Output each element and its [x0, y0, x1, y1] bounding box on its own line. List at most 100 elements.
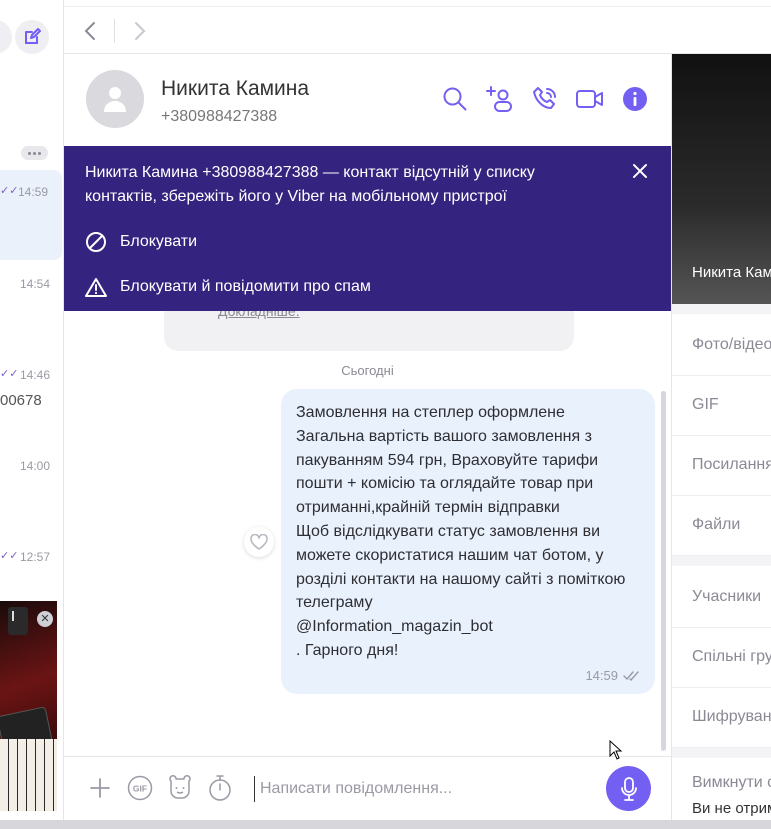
chat-time: 14:54 — [19, 277, 50, 291]
info-row-label: Фото/відео — [692, 336, 771, 353]
section-divider — [672, 748, 771, 758]
message-time: 14:59 — [585, 668, 618, 683]
navigation-bar — [64, 6, 771, 54]
chat-list-item[interactable]: 14:00 — [0, 444, 63, 534]
message-text: Замовлення на степлер оформлене Загальна… — [296, 404, 626, 659]
banner-close-button[interactable] — [629, 160, 651, 182]
video-call-button[interactable] — [575, 84, 605, 114]
info-row-gif[interactable]: GIF — [672, 376, 771, 436]
read-check-icon: ✓✓ — [0, 550, 19, 562]
viber-window: ✓✓ 14:59 14:54 ✓✓ 14:46 00678 14:00 ✓✓ 1… — [0, 0, 771, 829]
like-button[interactable] — [244, 527, 274, 557]
banner-text: Никита Камина +380988427388 — контакт ві… — [85, 164, 535, 205]
back-button[interactable] — [76, 17, 104, 45]
plus-icon — [90, 778, 110, 798]
message-input[interactable] — [254, 776, 594, 802]
cover-contact-name: Никита Камина — [692, 264, 771, 281]
chevron-right-icon — [135, 22, 146, 40]
section-divider — [672, 304, 771, 314]
double-check-icon — [623, 670, 639, 681]
chat-time: 14:00 — [19, 459, 50, 473]
block-report-spam-button[interactable]: Блокувати й повідомити про спам — [85, 275, 371, 299]
search-button[interactable] — [440, 84, 470, 114]
close-icon[interactable]: ✕ — [37, 611, 53, 627]
message-composer: GIF — [64, 756, 671, 820]
info-row-label: Учасники — [692, 588, 762, 605]
info-row-label: Шифрування — [692, 708, 771, 725]
mouse-cursor-icon — [609, 740, 623, 760]
heart-icon — [250, 534, 268, 550]
info-row-label: Файли — [692, 516, 741, 533]
contact-cover-photo: Никита Камина — [672, 54, 771, 304]
contact-phone: +380988427388 — [161, 108, 278, 125]
sticker-button[interactable] — [166, 774, 194, 802]
info-button[interactable] — [620, 84, 650, 114]
previous-message-bubble: Докладніше. — [164, 311, 574, 351]
more-chats-button[interactable] — [21, 146, 48, 160]
attach-button[interactable] — [86, 774, 114, 802]
voice-message-button[interactable] — [606, 766, 651, 811]
chat-header: Никита Камина +380988427388 — [64, 54, 671, 146]
search-chats-button[interactable] — [0, 20, 12, 54]
chat-snippet: 00678 — [0, 392, 42, 409]
info-icon — [623, 87, 647, 111]
info-row-label: Посилання — [692, 456, 771, 473]
window-bottom-edge — [0, 820, 771, 829]
close-icon — [633, 164, 647, 178]
user-icon — [104, 87, 126, 112]
info-row-participants[interactable]: Учасники — [672, 568, 771, 628]
scrollbar[interactable] — [661, 391, 666, 751]
block-button[interactable]: Блокувати — [85, 230, 197, 254]
phone-icon — [533, 87, 556, 109]
message-list: Докладніше. Сьогодні Замовлення на степл… — [64, 311, 671, 756]
gif-icon: GIF — [127, 775, 153, 801]
chat-list-item[interactable]: 14:54 — [0, 262, 63, 352]
mute-notifications-label[interactable]: Вимкнути сповіщення — [692, 774, 771, 792]
microphone-icon — [620, 776, 637, 801]
chat-list-sidebar: ✓✓ 14:59 14:54 ✓✓ 14:46 00678 14:00 ✓✓ 1… — [0, 0, 64, 829]
search-icon — [443, 87, 467, 111]
gif-label: GIF — [133, 784, 147, 794]
block-icon — [86, 232, 106, 252]
compose-button[interactable] — [15, 20, 49, 54]
message-bubble[interactable]: Замовлення на степлер оформлене Загальна… — [281, 389, 655, 694]
learn-more-link[interactable]: Докладніше. — [218, 311, 300, 319]
gif-button[interactable]: GIF — [126, 774, 154, 802]
speaker-image — [8, 607, 28, 635]
section-divider — [672, 556, 771, 566]
info-row-label: GIF — [692, 396, 719, 413]
message-timestamp: 14:59 — [585, 668, 641, 683]
info-row-encryption[interactable]: Шифрування — [672, 688, 771, 748]
piano-keys-image — [0, 739, 57, 811]
bear-sticker-icon — [169, 775, 191, 799]
chat-list-item[interactable]: ✓✓ 14:46 00678 — [0, 353, 63, 443]
avatar[interactable] — [86, 70, 144, 128]
add-user-icon — [486, 86, 512, 112]
video-preview-thumbnail[interactable]: ✕ — [0, 601, 57, 811]
block-label: Блокувати — [120, 233, 198, 250]
read-check-icon: ✓✓ — [0, 185, 19, 197]
info-row-media[interactable]: Фото/відео — [672, 316, 771, 376]
info-row-files[interactable]: Файли — [672, 496, 771, 556]
flag-image — [12, 611, 14, 621]
timer-button[interactable] — [206, 774, 234, 802]
chevron-left-icon — [84, 22, 95, 40]
video-camera-icon — [576, 90, 603, 108]
unknown-contact-banner: Никита Камина +380988427388 — контакт ві… — [64, 146, 671, 311]
chat-time: 14:59 — [17, 185, 48, 199]
info-row-label: Спільні групи — [692, 648, 771, 665]
mute-notifications-subtitle: Ви не отримуєте — [692, 800, 771, 817]
nav-separator — [114, 19, 115, 43]
audio-call-button[interactable] — [530, 84, 560, 114]
chat-list-item[interactable]: ✓✓ 14:59 — [0, 170, 62, 260]
contact-name[interactable]: Никита Камина — [161, 77, 309, 101]
add-participant-button[interactable] — [485, 84, 515, 114]
stopwatch-icon — [209, 775, 231, 801]
warning-icon — [85, 278, 107, 297]
info-row-links[interactable]: Посилання — [672, 436, 771, 496]
chat-time: 12:57 — [19, 550, 50, 564]
chat-time: 14:46 — [19, 368, 50, 382]
forward-button[interactable] — [126, 17, 154, 45]
info-row-common-groups[interactable]: Спільні групи — [672, 628, 771, 688]
compose-icon — [25, 28, 41, 44]
